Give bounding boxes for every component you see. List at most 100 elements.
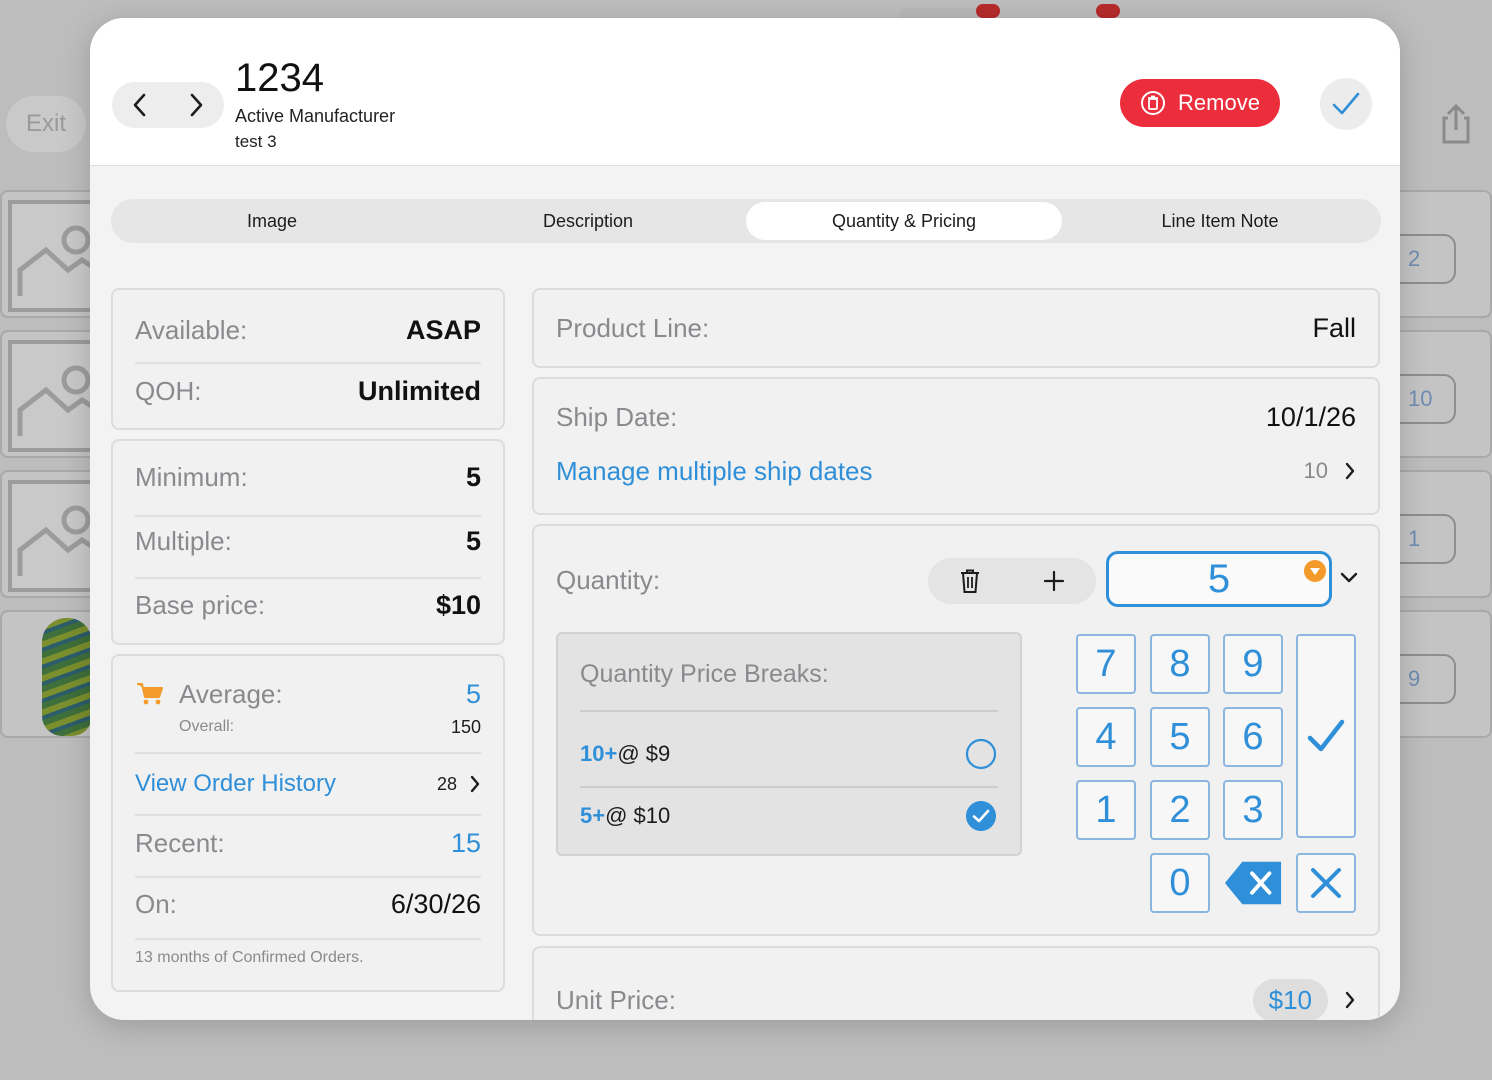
item-number: 1234 (235, 56, 324, 100)
increment-quantity-button[interactable] (1012, 558, 1096, 604)
divider (135, 938, 481, 940)
next-item-button[interactable] (168, 82, 224, 128)
recent-value: 15 (450, 827, 481, 858)
product-line-value: Fall (1312, 312, 1356, 343)
modal-header: 1234 Active Manufacturer test 3 Remove (90, 18, 1400, 166)
cart-icon (137, 683, 163, 705)
quantity-label: Quantity: (556, 564, 661, 595)
keypad-backspace[interactable] (1223, 853, 1283, 913)
keypad-3[interactable]: 3 (1223, 780, 1283, 840)
radio-selected-icon[interactable] (964, 799, 998, 833)
manage-ship-dates-link[interactable]: Manage multiple ship dates (556, 456, 873, 487)
keypad-9[interactable]: 9 (1223, 634, 1283, 694)
exit-button[interactable]: Exit (6, 96, 86, 152)
tab-line-item-note[interactable]: Line Item Note (1062, 202, 1378, 240)
background-badge (1096, 4, 1120, 18)
chevron-right-icon (1345, 991, 1355, 1009)
recent-label: Recent: (135, 827, 225, 858)
trash-icon (1141, 91, 1166, 115)
unit-price-card: Unit Price: $10 (532, 946, 1380, 1020)
order-history-card: Average: 5 Overall: 150 View Order Histo… (111, 654, 505, 992)
minimum-value: 5 (465, 461, 481, 492)
minimum-label: Minimum: (135, 461, 248, 492)
availability-card: Available: ASAP QOH: Unlimited (111, 288, 505, 430)
keypad-5[interactable]: 5 (1150, 707, 1210, 767)
keypad-4[interactable]: 4 (1076, 707, 1136, 767)
qoh-value: Unlimited (357, 375, 481, 406)
divider (135, 362, 481, 364)
view-order-history-link[interactable]: View Order History (135, 770, 336, 798)
manage-ship-dates-row[interactable]: Manage multiple ship dates 10 (556, 451, 1356, 491)
price-break-price: @ $10 (605, 803, 671, 828)
qoh-label: QOH: (135, 375, 202, 406)
chevron-right-icon (470, 775, 480, 793)
order-history-count: 28 (436, 773, 457, 794)
available-label: Available: (135, 314, 248, 345)
pricing-rules-card: Minimum: 5 Multiple: 5 Base price: $10 (111, 439, 505, 645)
tab-quantity-pricing[interactable]: Quantity & Pricing (746, 202, 1062, 240)
ship-date-card: Ship Date: 10/1/26 Manage multiple ship … (532, 377, 1380, 515)
available-value: ASAP (405, 314, 481, 345)
divider (135, 577, 481, 579)
chevron-left-icon (133, 93, 146, 117)
ship-dates-count: 10 (1303, 458, 1328, 483)
chevron-right-icon (190, 93, 203, 117)
keypad-cancel[interactable] (1296, 853, 1356, 913)
done-button[interactable] (1320, 78, 1372, 130)
backspace-icon (1224, 861, 1282, 905)
radio-unselected-icon[interactable] (964, 737, 998, 771)
chevron-down-icon (1340, 572, 1358, 583)
checkmark-icon (1307, 719, 1345, 752)
keypad-2[interactable]: 2 (1150, 780, 1210, 840)
product-line-card: Product Line: Fall (532, 288, 1380, 368)
view-order-history-row[interactable]: View Order History 28 (135, 764, 481, 804)
divider (135, 814, 481, 816)
keypad-1[interactable]: 1 (1076, 780, 1136, 840)
background-badge (976, 4, 1000, 18)
chevron-right-icon (1345, 462, 1355, 480)
keypad-confirm[interactable] (1296, 634, 1356, 838)
price-break-price: @ $9 (617, 741, 671, 766)
ship-date-value: 10/1/26 (1265, 401, 1356, 432)
multiple-label: Multiple: (135, 525, 232, 556)
item-description: test 3 (235, 132, 277, 151)
price-break-option[interactable]: 5+@ $10 (580, 786, 998, 846)
on-label: On: (135, 888, 177, 919)
quantity-dropdown-button[interactable] (1340, 570, 1358, 588)
product-line-label: Product Line: (556, 312, 710, 343)
keypad-0[interactable]: 0 (1150, 853, 1210, 913)
keypad-6[interactable]: 6 (1223, 707, 1283, 767)
unit-price-label: Unit Price: (556, 984, 676, 1015)
share-icon[interactable] (1434, 100, 1478, 148)
ship-date-label: Ship Date: (556, 401, 678, 432)
tab-image[interactable]: Image (114, 202, 430, 240)
price-break-option[interactable]: 10+@ $9 (580, 724, 998, 784)
checkmark-icon (1332, 92, 1360, 115)
base-price-value: $10 (435, 589, 481, 620)
history-footnote: 13 months of Confirmed Orders. (135, 949, 364, 966)
average-value: 5 (465, 678, 481, 709)
divider (580, 710, 998, 712)
line-item-modal: 1234 Active Manufacturer test 3 Remove I… (90, 18, 1400, 1020)
trash-icon (961, 569, 979, 593)
keypad-7[interactable]: 7 (1076, 634, 1136, 694)
item-navigation (112, 82, 224, 128)
unit-price-value[interactable]: $10 (1252, 978, 1328, 1020)
section-tabs: Image Description Quantity & Pricing Lin… (111, 199, 1381, 243)
quantity-actions (928, 558, 1096, 604)
divider (135, 876, 481, 878)
quantity-input[interactable] (1106, 551, 1332, 607)
base-price-label: Base price: (135, 589, 266, 620)
clear-quantity-button[interactable] (928, 558, 1012, 604)
price-break-qty: 10+ (580, 741, 618, 766)
previous-item-button[interactable] (112, 82, 168, 128)
remove-button[interactable]: Remove (1120, 79, 1280, 127)
tab-description[interactable]: Description (430, 202, 746, 240)
product-thumbnail (42, 618, 92, 736)
quantity-warning-icon[interactable] (1304, 560, 1326, 582)
divider (135, 515, 481, 517)
plus-icon (1043, 570, 1065, 592)
overall-value: 150 (450, 716, 481, 737)
keypad-8[interactable]: 8 (1150, 634, 1210, 694)
on-date-value: 6/30/26 (390, 888, 481, 919)
